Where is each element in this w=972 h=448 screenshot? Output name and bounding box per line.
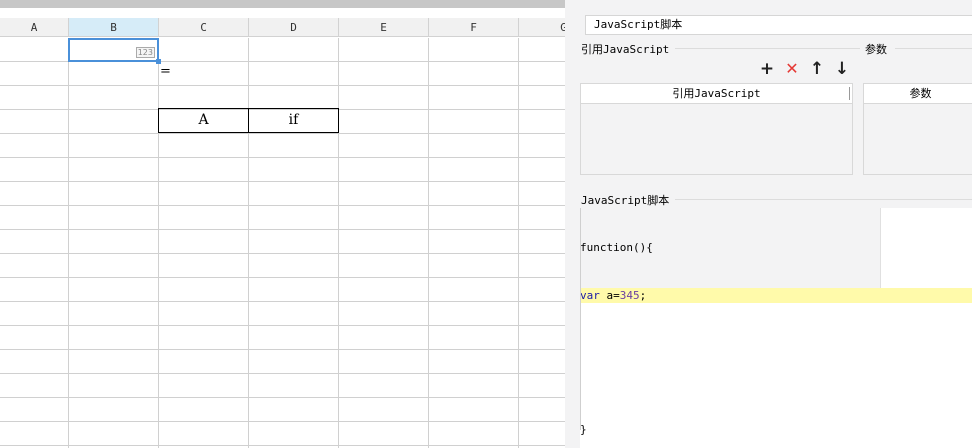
grid-line — [0, 85, 565, 86]
move-up-icon[interactable]: ↑ — [808, 60, 826, 78]
add-icon[interactable]: + — [758, 60, 776, 78]
spreadsheet[interactable]: A B C D E F G 123 = A if — [0, 0, 565, 448]
grid-line — [0, 301, 565, 302]
cell-c2-value[interactable]: = — [160, 64, 171, 79]
group-border — [895, 48, 972, 49]
column-header-c[interactable]: C — [159, 18, 249, 37]
column-header-d[interactable]: D — [249, 18, 339, 37]
script-group-title: JavaScript脚本 — [581, 192, 673, 208]
grid-line — [0, 229, 565, 230]
bordered-cell-range[interactable]: A if — [158, 108, 339, 133]
code-number: 345 — [619, 289, 640, 302]
cell-d4-value[interactable]: if — [249, 109, 338, 132]
code-keyword: var — [580, 289, 600, 302]
column-header-row: A B C D E F G — [0, 18, 565, 38]
grid-line — [0, 205, 565, 206]
code-text: ; — [639, 289, 647, 302]
grid-line — [518, 38, 519, 448]
code-line-1[interactable]: function(){ — [580, 241, 653, 254]
cell-c4-value[interactable]: A — [159, 109, 248, 132]
column-header-e[interactable]: E — [339, 18, 429, 37]
move-down-icon[interactable]: ↓ — [833, 60, 851, 78]
grid-line — [0, 349, 565, 350]
editor-border — [580, 208, 581, 430]
code-line-2[interactable]: var a=345; — [580, 289, 646, 302]
grid-line — [0, 421, 565, 422]
column-header-g[interactable]: G — [519, 18, 565, 37]
ref-list-header-label: 引用JavaScript — [672, 87, 761, 100]
grid-line — [0, 373, 565, 374]
script-name-input[interactable]: JavaScript脚本 — [585, 15, 972, 35]
ref-group-title: 引用JavaScript — [581, 41, 673, 57]
grid-line — [248, 38, 249, 448]
param-list-header-label: 参数 — [909, 87, 932, 100]
grid-line — [0, 157, 565, 158]
param-list[interactable]: 参数 — [863, 83, 972, 175]
group-border — [675, 48, 860, 49]
param-group-title: 参数 — [865, 41, 890, 57]
grid-line — [0, 133, 565, 134]
grid-line — [0, 253, 565, 254]
sheet-toolbar-strip — [0, 0, 565, 8]
javascript-properties-panel: JavaScript脚本 引用JavaScript 参数 + ✕ ↑ ↓ 引用J… — [565, 0, 972, 448]
column-header-f[interactable]: F — [429, 18, 519, 37]
grid-line — [428, 38, 429, 448]
grid-line — [0, 445, 565, 446]
grid-line — [0, 397, 565, 398]
ref-script-list[interactable]: 引用JavaScript — [580, 83, 853, 175]
group-border — [675, 199, 972, 200]
code-text: a= — [599, 289, 620, 302]
grid-line — [0, 325, 565, 326]
grid-line — [68, 38, 69, 448]
param-list-header[interactable]: 参数 — [864, 84, 972, 104]
ref-list-header[interactable]: 引用JavaScript — [581, 84, 852, 104]
column-header-a[interactable]: A — [0, 18, 69, 37]
code-editor[interactable]: function(){ var a=345; } — [580, 208, 972, 448]
selected-cell-b1[interactable]: 123 — [68, 38, 161, 64]
cell-type-badge: 123 — [135, 47, 155, 58]
column-header-b[interactable]: B — [69, 18, 159, 37]
grid-line — [158, 38, 159, 448]
column-resize-handle[interactable] — [849, 87, 850, 100]
grid-line — [338, 38, 339, 448]
grid-line — [0, 277, 565, 278]
delete-icon[interactable]: ✕ — [783, 60, 801, 78]
grid-line — [0, 181, 565, 182]
